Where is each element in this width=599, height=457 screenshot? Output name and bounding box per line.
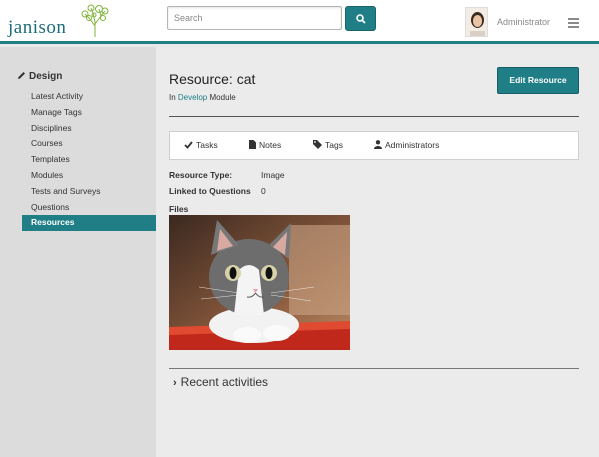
- top-header: janison Administrator: [0, 0, 599, 44]
- check-icon: [184, 141, 193, 149]
- tab-administrators[interactable]: Administrators: [374, 132, 439, 159]
- user-avatar[interactable]: [465, 7, 488, 37]
- tab-administrators-label: Administrators: [385, 140, 440, 150]
- tab-tasks[interactable]: Tasks: [184, 132, 218, 159]
- document-icon: [249, 140, 256, 149]
- sidebar-item-templates[interactable]: Templates: [22, 152, 158, 168]
- chevron-right-icon: ›: [173, 377, 177, 389]
- resource-properties: Resource Type: Image Linked to Questions…: [169, 170, 369, 202]
- search-field-wrapper: [167, 6, 342, 30]
- sidebar-item-resources[interactable]: Resources: [22, 215, 162, 232]
- sidebar-item-manage-tags[interactable]: Manage Tags: [22, 105, 158, 121]
- sidebar-item-latest-activity[interactable]: Latest Activity: [22, 89, 158, 105]
- sidebar-title-text: Design: [29, 71, 63, 82]
- breadcrumb-prefix: In: [169, 93, 176, 102]
- sidebar-nav: Latest Activity Manage Tags Disciplines …: [22, 89, 162, 232]
- recent-activities-label: Recent activities: [180, 375, 269, 389]
- sidebar-item-modules[interactable]: Modules: [22, 168, 158, 184]
- sidebar-item-disciplines[interactable]: Disciplines: [22, 121, 158, 137]
- user-icon: [374, 140, 382, 149]
- resource-tabs: Tasks Notes Tags Administrators: [169, 131, 579, 160]
- property-row: Resource Type: Image: [169, 170, 369, 186]
- breadcrumb-suffix: Module: [209, 93, 236, 102]
- linked-questions-label: Linked to Questions: [169, 186, 251, 196]
- page-title: Resource: cat: [169, 71, 256, 87]
- sidebar-item-courses[interactable]: Courses: [22, 136, 158, 152]
- cat-image: [169, 215, 350, 350]
- resource-type-value: Image: [261, 170, 285, 180]
- linked-questions-value: 0: [261, 186, 266, 196]
- tab-tags[interactable]: Tags: [313, 132, 343, 159]
- username-label[interactable]: Administrator: [497, 17, 550, 27]
- tab-notes-label: Notes: [259, 140, 282, 150]
- sidebar-item-questions[interactable]: Questions: [22, 200, 158, 216]
- tag-icon: [313, 140, 322, 149]
- resource-image-cat[interactable]: [169, 215, 350, 350]
- search-icon: [356, 14, 366, 24]
- property-row: Linked to Questions 0: [169, 186, 369, 202]
- breadcrumb: In Develop Module: [169, 93, 236, 102]
- recent-activities-toggle[interactable]: › Recent activities: [173, 375, 268, 389]
- resource-type-label: Resource Type:: [169, 170, 233, 180]
- tab-tags-label: Tags: [325, 140, 343, 150]
- tab-tasks-label: Tasks: [196, 140, 218, 150]
- hamburger-menu-icon[interactable]: [568, 18, 579, 28]
- main-content: Resource: cat In Develop Module Edit Res…: [156, 47, 599, 457]
- edit-resource-button[interactable]: Edit Resource: [497, 67, 579, 94]
- tab-notes[interactable]: Notes: [249, 132, 281, 159]
- search-button[interactable]: [345, 6, 376, 31]
- logo-text: janison: [8, 17, 67, 38]
- title-divider: [169, 116, 579, 117]
- sidebar-title: Design: [17, 71, 62, 82]
- janison-logo[interactable]: janison: [8, 4, 109, 40]
- recent-divider: [169, 368, 579, 369]
- breadcrumb-link-develop[interactable]: Develop: [178, 93, 207, 102]
- avatar-image: [466, 8, 487, 36]
- files-label: Files: [169, 204, 189, 214]
- sidebar: Design Latest Activity Manage Tags Disci…: [0, 47, 162, 457]
- search-input[interactable]: [168, 7, 341, 29]
- sidebar-item-tests-and-surveys[interactable]: Tests and Surveys: [22, 184, 158, 200]
- tree-logo-icon: [81, 4, 109, 37]
- pencil-icon: [18, 72, 25, 79]
